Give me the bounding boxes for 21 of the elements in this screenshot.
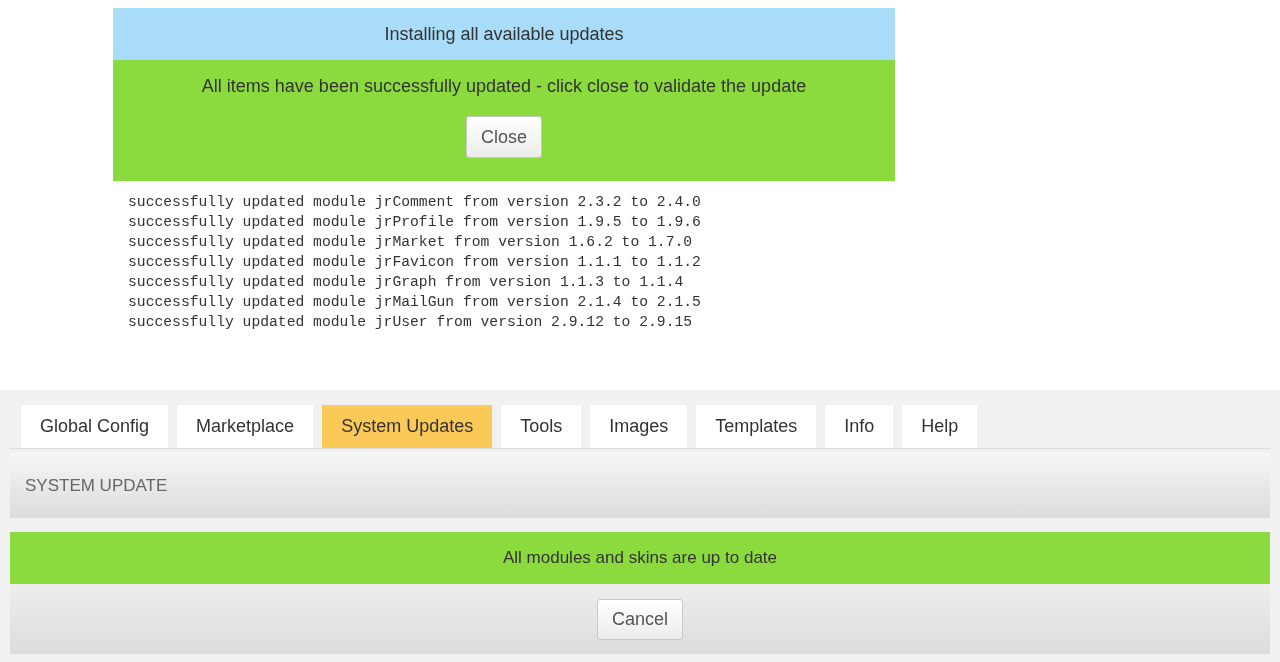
close-button[interactable]: Close [466,116,542,158]
success-message: All items have been successfully updated - click close to validate the update [201,76,807,97]
tab[interactable]: Help [902,405,978,448]
tab[interactable]: Marketplace [177,405,314,448]
tab[interactable]: Global Config [21,405,169,448]
log-line: successfully updated module jrFavicon from version 1.1.1 to 1.1.2 [128,253,701,272]
tab[interactable]: Images [590,405,688,448]
cancel-button[interactable]: Cancel [597,598,683,640]
section-title: SYSTEM UPDATE [25,475,168,496]
tab[interactable]: System Updates [322,405,493,448]
log-line: successfully updated module jrMarket from version 1.6.2 to 1.7.0 [128,233,693,252]
tab[interactable]: Info [825,405,894,448]
log-line: successfully updated module jrProfile from version 1.9.5 to 1.9.6 [128,213,701,232]
dialog-title: Installing all available updates [384,23,624,45]
tab[interactable]: Tools [501,405,582,448]
status-message: All modules and skins are up to date [502,548,778,568]
log-line: successfully updated module jrGraph from version 1.1.3 to 1.1.4 [128,273,684,292]
log-line: successfully updated module jrComment from version 2.3.2 to 2.4.0 [128,193,701,212]
log-line: successfully updated module jrUser from version 2.9.12 to 2.9.15 [128,313,693,332]
log-line: successfully updated module jrMailGun from version 2.1.4 to 2.1.5 [128,293,701,312]
tab[interactable]: Templates [696,405,817,448]
